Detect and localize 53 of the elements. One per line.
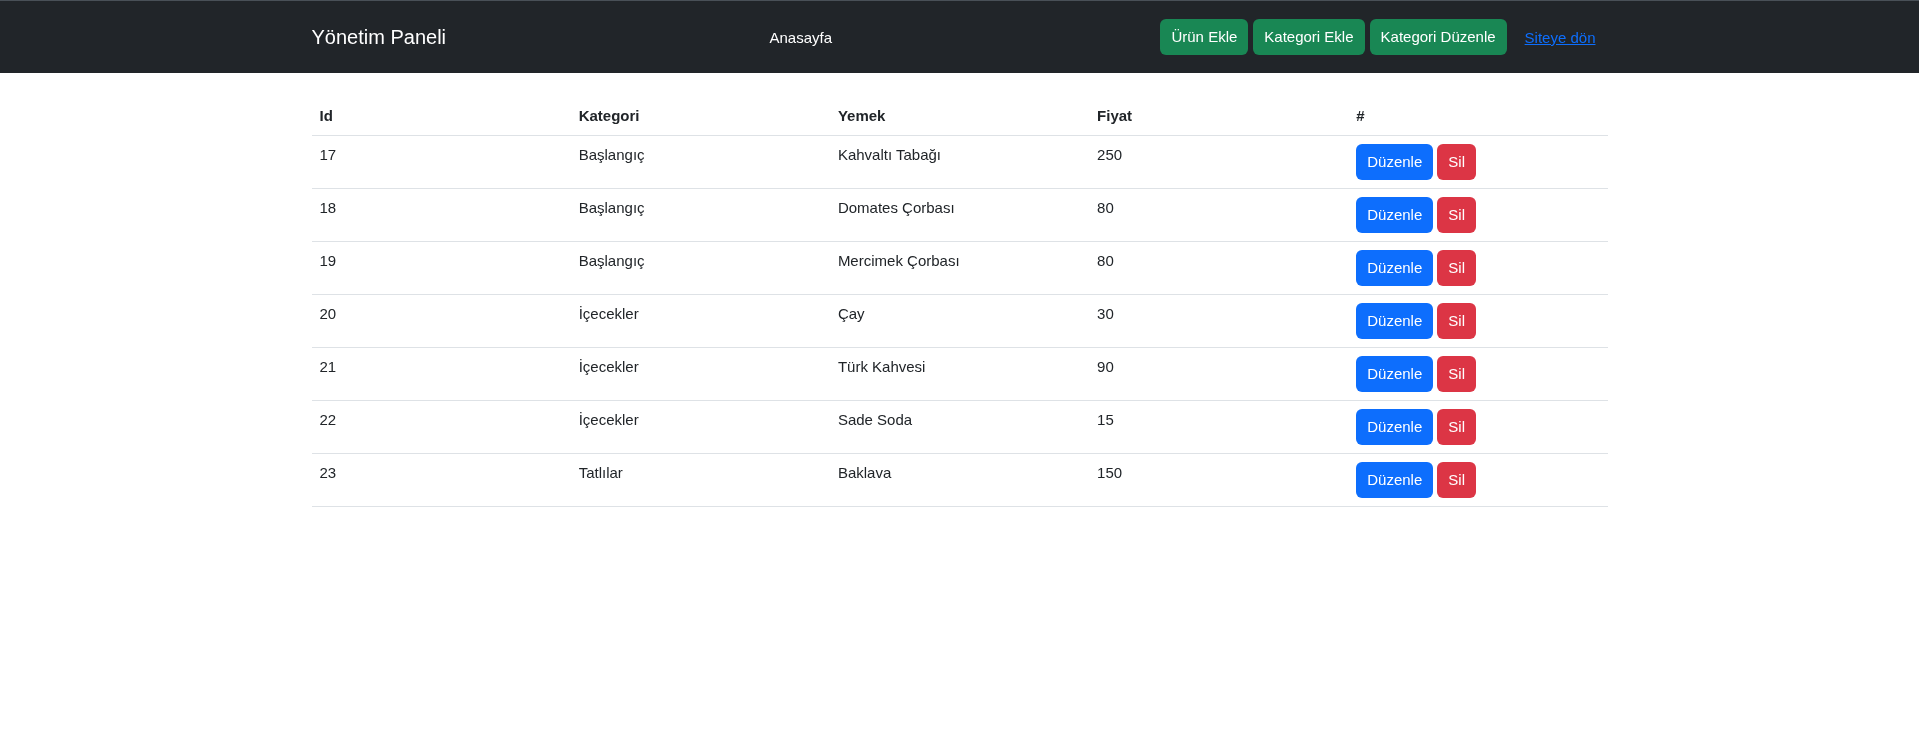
- table-cell: 22: [311, 400, 571, 454]
- nav-button[interactable]: Kategori Düzenle: [1369, 19, 1507, 55]
- delete-button[interactable]: Sil: [1437, 303, 1476, 339]
- table-cell: Başlangıç: [570, 135, 830, 189]
- table-cell: 250: [1089, 135, 1349, 189]
- table-cell: Mercimek Çorbası: [829, 241, 1090, 295]
- column-header: Kategori: [570, 97, 830, 136]
- delete-button[interactable]: Sil: [1437, 356, 1476, 392]
- table-cell: Başlangıç: [570, 188, 830, 242]
- delete-button[interactable]: Sil: [1437, 250, 1476, 286]
- nav-link[interactable]: Anasayfa: [769, 28, 833, 46]
- edit-button[interactable]: Düzenle: [1356, 144, 1434, 180]
- table-cell: 30: [1089, 294, 1349, 348]
- delete-button[interactable]: Sil: [1437, 197, 1476, 233]
- table-cell: İçecekler: [570, 294, 830, 348]
- edit-button[interactable]: Düzenle: [1356, 303, 1434, 339]
- table-cell: Kahvaltı Tabağı: [829, 135, 1090, 189]
- table-cell: 23: [311, 453, 571, 507]
- table-cell: Başlangıç: [570, 241, 830, 295]
- delete-button[interactable]: Sil: [1437, 409, 1476, 445]
- table-cell: 18: [311, 188, 571, 242]
- back-link[interactable]: Siteye dön: [1511, 28, 1608, 46]
- nav-button[interactable]: Kategori Ekle: [1253, 19, 1365, 55]
- table-cell: Baklava: [829, 453, 1090, 507]
- table-cell: Çay: [829, 294, 1090, 348]
- edit-button[interactable]: Düzenle: [1356, 250, 1434, 286]
- table-cell: Sade Soda: [829, 400, 1090, 454]
- table-cell: 15: [1089, 400, 1349, 454]
- table-cell: Domates Çorbası: [829, 188, 1090, 242]
- edit-button[interactable]: Düzenle: [1356, 197, 1434, 233]
- delete-button[interactable]: Sil: [1437, 462, 1476, 498]
- edit-button[interactable]: Düzenle: [1356, 356, 1434, 392]
- table-cell: 17: [311, 135, 571, 189]
- table-cell: 80: [1089, 241, 1349, 295]
- column-header: Fiyat: [1089, 97, 1349, 136]
- delete-button[interactable]: Sil: [1437, 144, 1476, 180]
- brand-title[interactable]: Yönetim Paneli: [311, 25, 447, 48]
- table-cell: İçecekler: [570, 400, 830, 454]
- edit-button[interactable]: Düzenle: [1356, 409, 1434, 445]
- edit-button[interactable]: Düzenle: [1356, 462, 1434, 498]
- table-cell: 21: [311, 347, 571, 401]
- table-cell: 150: [1089, 453, 1349, 507]
- column-header: #: [1348, 97, 1608, 136]
- column-header: Id: [311, 97, 571, 136]
- table-cell: 19: [311, 241, 571, 295]
- nav-button[interactable]: Ürün Ekle: [1160, 19, 1249, 55]
- table-cell: Türk Kahvesi: [829, 347, 1090, 401]
- table-cell: İçecekler: [570, 347, 830, 401]
- table-cell: Tatlılar: [570, 453, 830, 507]
- table-cell: 80: [1089, 188, 1349, 242]
- column-header: Yemek: [829, 97, 1090, 136]
- table-cell: 90: [1089, 347, 1349, 401]
- table-cell: 20: [311, 294, 571, 348]
